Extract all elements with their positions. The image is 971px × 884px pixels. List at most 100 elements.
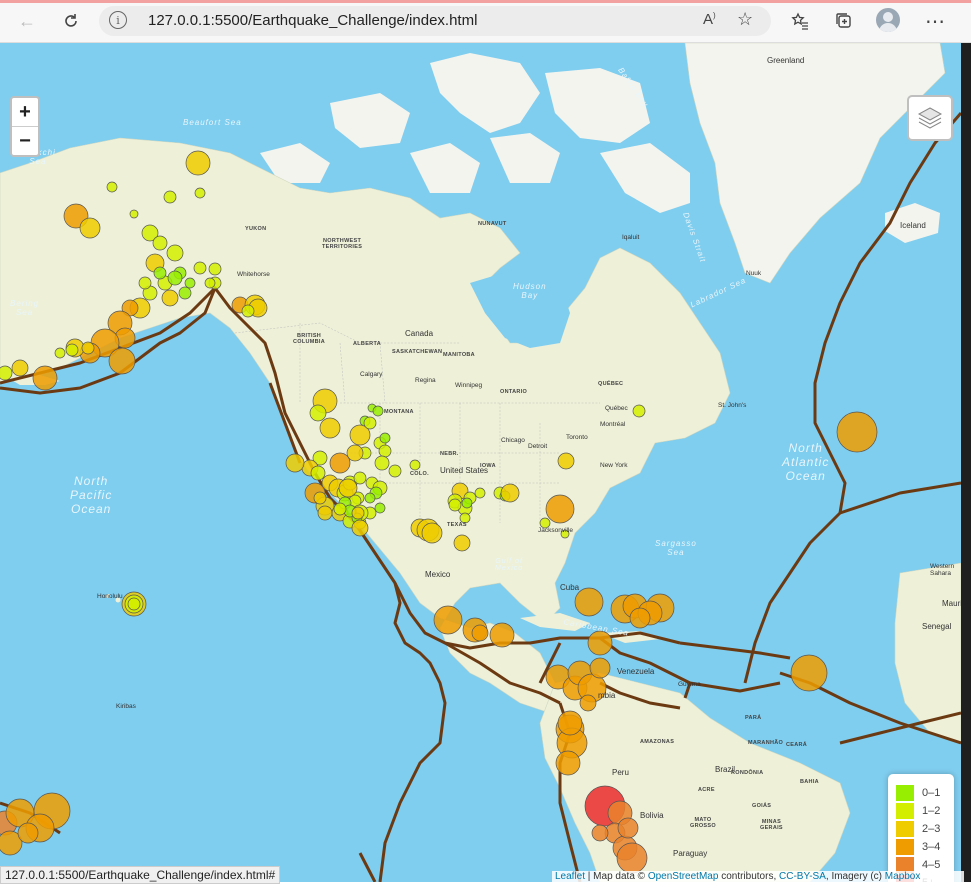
earthquake-marker[interactable] xyxy=(557,710,583,736)
earthquake-marker[interactable] xyxy=(65,343,79,357)
zoom-in-button[interactable]: + xyxy=(12,98,38,127)
earthquake-marker[interactable] xyxy=(17,822,39,844)
earthquake-marker[interactable] xyxy=(836,411,878,453)
earthquake-marker[interactable] xyxy=(106,181,118,193)
more-menu-icon[interactable]: ⋯ xyxy=(922,8,948,34)
earthquake-marker[interactable] xyxy=(433,605,463,635)
earthquake-marker[interactable] xyxy=(545,494,575,524)
status-bar-url: 127.0.0.1:5500/Earthquake_Challenge/inde… xyxy=(0,866,281,884)
earthquake-marker[interactable] xyxy=(632,404,646,418)
earthquake-marker[interactable] xyxy=(11,359,29,377)
earthquake-marker[interactable] xyxy=(374,502,386,514)
earthquake-marker[interactable] xyxy=(629,607,651,629)
earthquake-marker[interactable] xyxy=(317,505,333,521)
profile-avatar[interactable] xyxy=(876,8,900,32)
earthquake-marker[interactable] xyxy=(453,534,471,552)
earthquake-marker[interactable] xyxy=(489,622,515,648)
leaflet-link[interactable]: Leaflet xyxy=(555,871,585,882)
earthquake-marker[interactable] xyxy=(319,417,341,439)
earthquake-marker[interactable] xyxy=(500,483,520,503)
earthquake-marker[interactable] xyxy=(471,624,489,642)
osm-link[interactable]: OpenStreetMap xyxy=(648,871,719,882)
earthquake-marker[interactable] xyxy=(152,235,168,251)
earthquake-marker[interactable] xyxy=(184,277,196,289)
earthquake-marker[interactable] xyxy=(374,455,390,471)
earthquake-marker[interactable] xyxy=(32,365,58,391)
earthquake-marker[interactable] xyxy=(333,502,347,516)
earthquake-marker[interactable] xyxy=(790,654,828,692)
favorites-icon[interactable] xyxy=(787,8,813,34)
label-gulf-of-mexico: Gulf of Mexico xyxy=(495,558,524,572)
earthquake-marker[interactable] xyxy=(351,506,365,520)
earthquake-marker[interactable] xyxy=(166,244,184,262)
add-favorite-icon[interactable]: ☆ xyxy=(737,9,753,30)
earthquake-marker[interactable] xyxy=(309,404,327,422)
earthquake-marker[interactable] xyxy=(448,498,462,512)
earthquake-marker[interactable] xyxy=(617,817,639,839)
mapbox-link[interactable]: Mapbox xyxy=(885,871,921,882)
earthquake-marker[interactable] xyxy=(310,465,326,481)
earthquake-marker[interactable] xyxy=(204,277,216,289)
address-bar[interactable]: i 127.0.0.1:5500/Earthquake_Challenge/in… xyxy=(99,6,771,36)
earthquake-marker[interactable] xyxy=(313,491,327,505)
site-info-icon[interactable]: i xyxy=(109,11,127,29)
earthquake-marker[interactable] xyxy=(81,341,95,355)
earthquake-marker[interactable] xyxy=(285,453,305,473)
earthquake-marker[interactable] xyxy=(589,657,611,679)
leaflet-map[interactable]: Greenland Iceland Canada United States M… xyxy=(0,43,961,882)
back-arrow-icon[interactable]: ← xyxy=(14,8,40,34)
earthquake-marker[interactable] xyxy=(161,289,179,307)
read-aloud-icon[interactable]: A) xyxy=(703,11,716,28)
earthquake-marker[interactable] xyxy=(579,694,597,712)
earthquake-marker[interactable] xyxy=(363,416,377,430)
earthquake-marker[interactable] xyxy=(346,444,364,462)
earthquake-marker[interactable] xyxy=(79,217,101,239)
earthquake-marker[interactable] xyxy=(178,286,192,300)
earthquake-marker[interactable] xyxy=(127,597,141,611)
earthquake-marker[interactable] xyxy=(54,347,66,359)
legend-label: 2–3 xyxy=(922,823,941,835)
earthquake-marker[interactable] xyxy=(208,262,222,276)
earthquake-marker[interactable] xyxy=(351,519,369,537)
earthquake-marker[interactable] xyxy=(378,444,392,458)
earthquake-marker[interactable] xyxy=(0,365,13,381)
zoom-out-button[interactable]: − xyxy=(12,127,38,155)
label-nwt: NORTHWEST TERRITORIES xyxy=(322,238,363,250)
earthquake-marker[interactable] xyxy=(474,487,486,499)
earthquake-marker[interactable] xyxy=(163,190,177,204)
earthquake-marker[interactable] xyxy=(329,452,351,474)
refresh-icon[interactable] xyxy=(58,8,84,34)
earthquake-marker[interactable] xyxy=(388,464,402,478)
earthquake-marker[interactable] xyxy=(153,266,167,280)
url-text[interactable]: 127.0.0.1:5500/Earthquake_Challenge/inde… xyxy=(148,12,477,29)
earthquake-marker[interactable] xyxy=(591,824,609,842)
earthquake-marker[interactable] xyxy=(194,187,206,199)
earthquake-marker[interactable] xyxy=(193,261,207,275)
earthquake-marker[interactable] xyxy=(587,630,613,656)
earthquake-marker[interactable] xyxy=(555,750,581,776)
label-hudson-bay: Hudson Bay xyxy=(513,282,547,300)
earthquake-marker[interactable] xyxy=(379,432,391,444)
label-detroit: Detroit xyxy=(528,443,548,450)
earthquake-marker[interactable] xyxy=(108,347,136,375)
earthquake-marker[interactable] xyxy=(185,150,211,176)
earthquake-marker[interactable] xyxy=(372,405,384,417)
earthquake-marker[interactable] xyxy=(364,492,376,504)
earthquake-marker[interactable] xyxy=(574,587,604,617)
earthquake-marker[interactable] xyxy=(353,471,367,485)
earthquake-marker[interactable] xyxy=(129,209,139,219)
earthquake-marker[interactable] xyxy=(421,522,443,544)
earthquake-marker[interactable] xyxy=(241,304,255,318)
layers-icon xyxy=(917,107,943,129)
ccbysa-link[interactable]: CC-BY-SA xyxy=(779,871,826,882)
earthquake-marker[interactable] xyxy=(616,842,648,874)
earthquake-marker[interactable] xyxy=(338,478,358,498)
earthquake-marker[interactable] xyxy=(461,497,473,509)
earthquake-marker[interactable] xyxy=(409,459,421,471)
collections-icon[interactable] xyxy=(831,8,857,34)
earthquake-marker[interactable] xyxy=(557,452,575,470)
layers-control-button[interactable] xyxy=(907,95,953,141)
earthquake-marker[interactable] xyxy=(138,276,152,290)
earthquake-marker[interactable] xyxy=(167,270,183,286)
label-sargasso-sea: Sargasso Sea xyxy=(655,539,697,557)
